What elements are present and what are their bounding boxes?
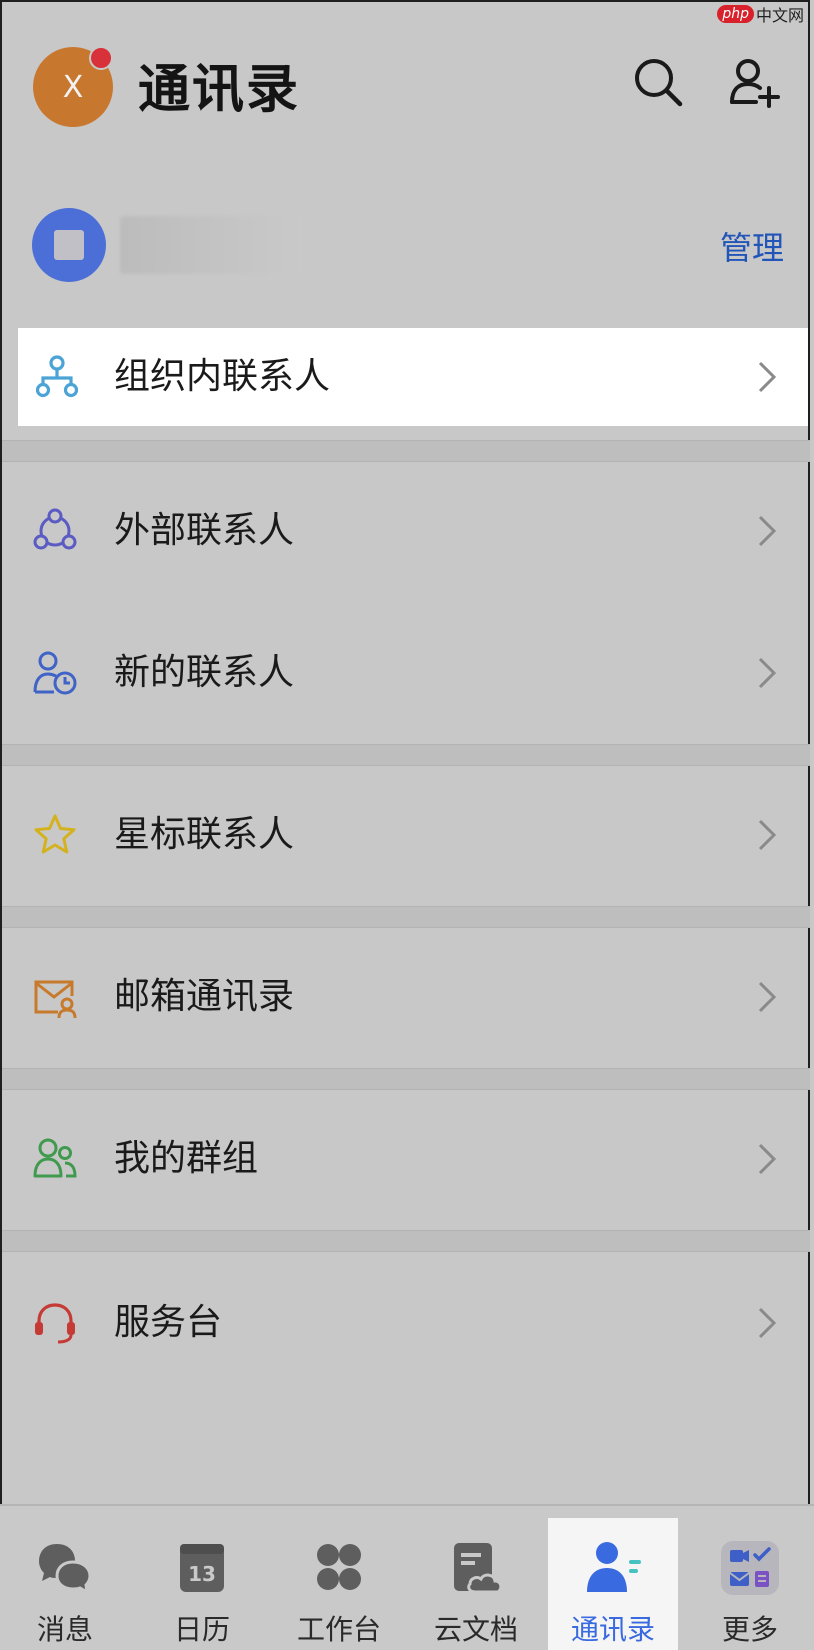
tab-label: 消息 — [36, 1613, 93, 1646]
tab-contacts[interactable]: 通讯录 — [548, 1518, 678, 1650]
tab-calendar[interactable]: 13 日历 — [137, 1518, 267, 1650]
bottom-tab-bar: 消息 13 日历 工作台 云文档 通讯录 更多 — [0, 1504, 814, 1650]
org-tree-icon — [35, 355, 79, 398]
row-label: 外部联系人 — [114, 510, 295, 551]
chevron-right-icon — [758, 657, 777, 689]
section-separator — [2, 440, 810, 462]
grid-icon — [317, 1544, 361, 1590]
chevron-right-icon — [758, 361, 777, 393]
contacts-icon — [587, 1542, 641, 1592]
tab-label: 日历 — [173, 1613, 230, 1646]
row-external-contacts[interactable]: 外部联系人 — [0, 482, 814, 580]
chevron-right-icon — [758, 515, 777, 547]
chevron-right-icon — [758, 1143, 777, 1175]
row-label: 星标联系人 — [114, 814, 295, 855]
row-new-contacts[interactable]: 新的联系人 — [0, 624, 814, 722]
row-starred-contacts[interactable]: 星标联系人 — [0, 786, 814, 884]
row-label: 我的群组 — [114, 1138, 259, 1179]
row-label: 服务台 — [114, 1302, 223, 1343]
headset-icon — [35, 1303, 75, 1344]
new-contact-clock-icon — [33, 651, 77, 695]
row-label: 邮箱通讯录 — [114, 976, 295, 1017]
org-avatar[interactable] — [32, 208, 106, 282]
section-separator — [2, 1230, 810, 1252]
tab-more[interactable]: 更多 — [685, 1518, 814, 1650]
row-my-groups[interactable]: 我的群组 — [0, 1110, 814, 1208]
group-icon — [33, 1138, 77, 1178]
tab-messages[interactable]: 消息 — [0, 1518, 130, 1650]
section-separator — [2, 906, 810, 928]
row-service-desk[interactable]: 服务台 — [0, 1274, 814, 1372]
search-icon[interactable] — [632, 56, 684, 108]
chevron-right-icon — [758, 819, 777, 851]
row-mail-contacts[interactable]: 邮箱通讯录 — [0, 948, 814, 1046]
header: X 通讯录 — [0, 0, 814, 170]
org-name-redacted — [120, 216, 304, 274]
cloud-doc-icon — [454, 1543, 503, 1594]
row-org-contacts[interactable]: 组织内联系人 — [18, 328, 808, 426]
mail-contacts-icon — [34, 980, 77, 1019]
chevron-right-icon — [758, 981, 777, 1013]
tab-label: 工作台 — [296, 1613, 381, 1646]
tab-label: 更多 — [721, 1613, 778, 1646]
tab-cloud-docs[interactable]: 云文档 — [411, 1518, 541, 1650]
manage-link[interactable]: 管理 — [720, 226, 784, 270]
calendar-day: 13 — [188, 1562, 216, 1586]
section-separator — [2, 744, 810, 766]
row-label: 组织内联系人 — [114, 356, 331, 397]
tab-workbench[interactable]: 工作台 — [274, 1518, 404, 1650]
chevron-right-icon — [758, 1307, 777, 1339]
star-icon — [34, 814, 76, 854]
tab-label: 云文档 — [433, 1613, 518, 1646]
more-apps-icon — [721, 1541, 779, 1595]
row-label: 新的联系人 — [114, 652, 295, 693]
section-separator — [2, 1068, 810, 1090]
calendar-icon: 13 — [180, 1544, 224, 1592]
page-title: 通讯录 — [138, 60, 301, 120]
chat-bubbles-icon — [39, 1544, 92, 1595]
external-contacts-icon — [33, 508, 77, 550]
notification-dot — [89, 46, 113, 70]
add-contact-icon[interactable] — [728, 56, 780, 108]
tab-label: 通讯录 — [570, 1613, 655, 1646]
